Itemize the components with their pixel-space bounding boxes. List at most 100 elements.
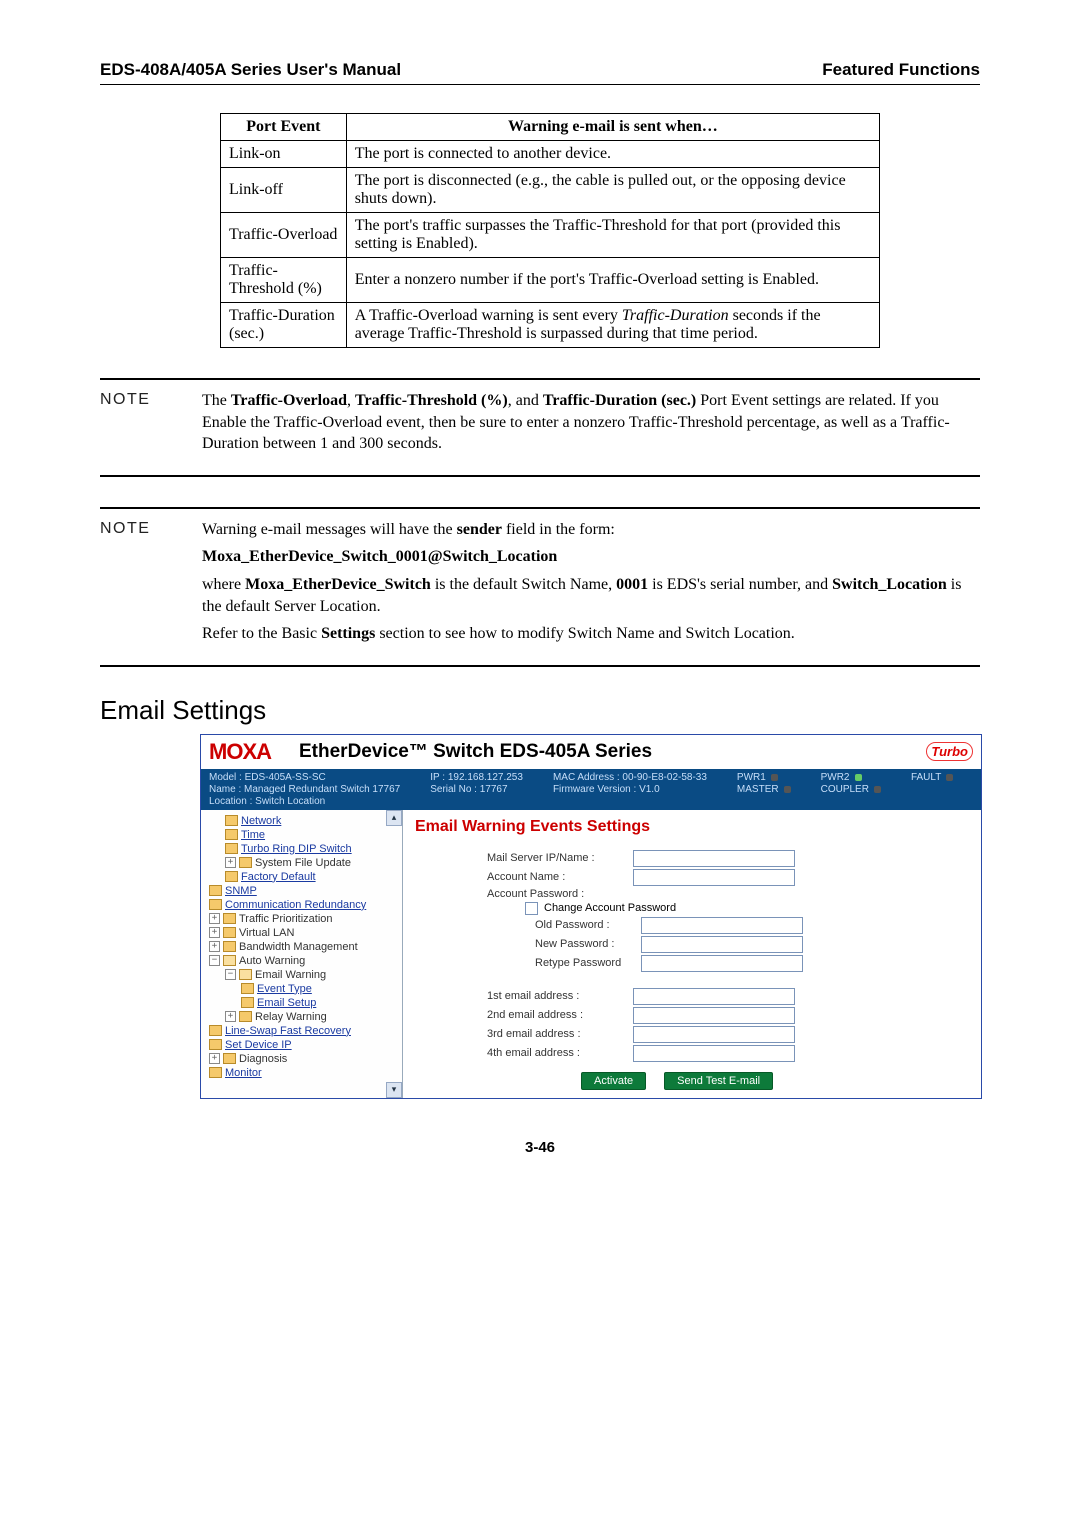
email-warning-form: Email Warning Events Settings Mail Serve… [403, 810, 981, 1098]
collapse-icon[interactable]: − [209, 955, 220, 966]
tree-item-auto-warning[interactable]: −Auto Warning [205, 954, 400, 968]
folder-icon [225, 843, 238, 854]
tree-item-virtual-lan[interactable]: +Virtual LAN [205, 926, 400, 940]
label-new-password: New Password : [535, 938, 635, 950]
expand-icon[interactable]: + [209, 1053, 220, 1064]
moxa-logo: MOXA [209, 739, 271, 765]
cell-desc: The port is connected to another device. [346, 141, 879, 168]
activate-button[interactable]: Activate [581, 1072, 646, 1090]
folder-icon [223, 927, 236, 938]
folder-icon [209, 1067, 222, 1078]
label-email-1: 1st email address : [487, 990, 627, 1002]
table-row: Link-off The port is disconnected (e.g.,… [221, 168, 880, 213]
input-retype-password[interactable] [641, 955, 803, 972]
input-old-password[interactable] [641, 917, 803, 934]
label-email-2: 2nd email address : [487, 1009, 627, 1021]
note-body: The Traffic-Overload, Traffic-Threshold … [202, 390, 980, 461]
label-old-password: Old Password : [535, 919, 635, 931]
input-email-1[interactable] [633, 988, 795, 1005]
cell-event: Traffic-Threshold (%) [221, 258, 347, 303]
turbo-ring-icon: Turbo [926, 742, 973, 761]
input-mail-server[interactable] [633, 850, 795, 867]
tree-item-email-warning[interactable]: −Email Warning [205, 968, 400, 982]
folder-icon [241, 997, 254, 1008]
table-row: Traffic-Overload The port's traffic surp… [221, 213, 880, 258]
pwr1-led-icon [771, 774, 778, 781]
label-change-password: Change Account Password [544, 902, 676, 914]
input-email-2[interactable] [633, 1007, 795, 1024]
note-1: NOTE The Traffic-Overload, Traffic-Thres… [100, 378, 980, 477]
input-new-password[interactable] [641, 936, 803, 953]
checkbox-change-password[interactable] [525, 902, 538, 915]
coupler-led-icon [874, 786, 881, 793]
cell-event: Link-off [221, 168, 347, 213]
label-account-name: Account Name : [487, 871, 627, 883]
table-row: Traffic-Duration (sec.) A Traffic-Overlo… [221, 303, 880, 348]
tree-item-line-swap-fast-recovery[interactable]: Line-Swap Fast Recovery [205, 1024, 400, 1038]
port-event-table: Port Event Warning e-mail is sent when… … [220, 113, 880, 348]
tree-item-network[interactable]: Network [205, 814, 400, 828]
note-2: NOTE Warning e-mail messages will have t… [100, 507, 980, 667]
cell-event: Traffic-Overload [221, 213, 347, 258]
screenshot-titlebar: MOXA EtherDevice™ Switch EDS-405A Series… [201, 735, 981, 769]
cell-desc: Enter a nonzero number if the port's Tra… [346, 258, 879, 303]
folder-icon [239, 1011, 252, 1022]
tree-item-traffic-prioritization[interactable]: +Traffic Prioritization [205, 912, 400, 926]
tree-item-comm-redundancy[interactable]: Communication Redundancy [205, 898, 400, 912]
expand-icon[interactable]: + [209, 941, 220, 952]
pwr2-led-icon [855, 774, 862, 781]
tree-item-relay-warning[interactable]: +Relay Warning [205, 1010, 400, 1024]
header-left: EDS-408A/405A Series User's Manual [100, 60, 401, 80]
tree-item-event-type[interactable]: Event Type [205, 982, 400, 996]
note-label: NOTE [100, 519, 178, 651]
tree-item-time[interactable]: Time [205, 828, 400, 842]
cell-desc: The port's traffic surpasses the Traffic… [346, 213, 879, 258]
input-email-3[interactable] [633, 1026, 795, 1043]
embedded-screenshot: MOXA EtherDevice™ Switch EDS-405A Series… [200, 734, 982, 1099]
tree-item-turbo-ring-dip[interactable]: Turbo Ring DIP Switch [205, 842, 400, 856]
expand-icon[interactable]: + [209, 927, 220, 938]
folder-icon [209, 1039, 222, 1050]
tree-item-set-device-ip[interactable]: Set Device IP [205, 1038, 400, 1052]
cell-desc: The port is disconnected (e.g., the cabl… [346, 168, 879, 213]
send-test-email-button[interactable]: Send Test E-mail [664, 1072, 773, 1090]
folder-icon [225, 829, 238, 840]
table-row: Traffic-Threshold (%) Enter a nonzero nu… [221, 258, 880, 303]
label-email-3: 3rd email address : [487, 1028, 627, 1040]
tree-item-monitor[interactable]: Monitor [205, 1066, 400, 1080]
header-right: Featured Functions [822, 60, 980, 80]
input-email-4[interactable] [633, 1045, 795, 1062]
folder-icon [223, 941, 236, 952]
expand-icon[interactable]: + [225, 1011, 236, 1022]
cell-event: Traffic-Duration (sec.) [221, 303, 347, 348]
scroll-up-button[interactable]: ▴ [386, 810, 402, 826]
input-account-name[interactable] [633, 869, 795, 886]
note-body: Warning e-mail messages will have the se… [202, 519, 980, 651]
fault-led-icon [946, 774, 953, 781]
product-title: EtherDevice™ Switch EDS-405A Series [271, 741, 926, 763]
tree-item-system-file-update[interactable]: +System File Update [205, 856, 400, 870]
page-number: 3-46 [100, 1139, 980, 1156]
cell-event: Link-on [221, 141, 347, 168]
cell-desc: A Traffic-Overload warning is sent every… [346, 303, 879, 348]
tree-item-email-setup[interactable]: Email Setup [205, 996, 400, 1010]
expand-icon[interactable]: + [209, 913, 220, 924]
folder-icon [209, 899, 222, 910]
folder-icon [239, 857, 252, 868]
tree-item-snmp[interactable]: SNMP [205, 884, 400, 898]
col-warning: Warning e-mail is sent when… [346, 114, 879, 141]
note-label: NOTE [100, 390, 178, 461]
nav-tree: ▴ Network Time Turbo Ring DIP Switch +Sy… [201, 810, 403, 1098]
collapse-icon[interactable]: − [225, 969, 236, 980]
tree-item-bandwidth-management[interactable]: +Bandwidth Management [205, 940, 400, 954]
section-heading-email-settings: Email Settings [100, 695, 980, 726]
folder-icon [209, 1025, 222, 1036]
table-row: Link-on The port is connected to another… [221, 141, 880, 168]
tree-item-diagnosis[interactable]: +Diagnosis [205, 1052, 400, 1066]
tree-item-factory-default[interactable]: Factory Default [205, 870, 400, 884]
scroll-down-button[interactable]: ▾ [386, 1082, 402, 1098]
expand-icon[interactable]: + [225, 857, 236, 868]
folder-icon [223, 1053, 236, 1064]
folder-open-icon [239, 969, 252, 980]
col-port-event: Port Event [221, 114, 347, 141]
